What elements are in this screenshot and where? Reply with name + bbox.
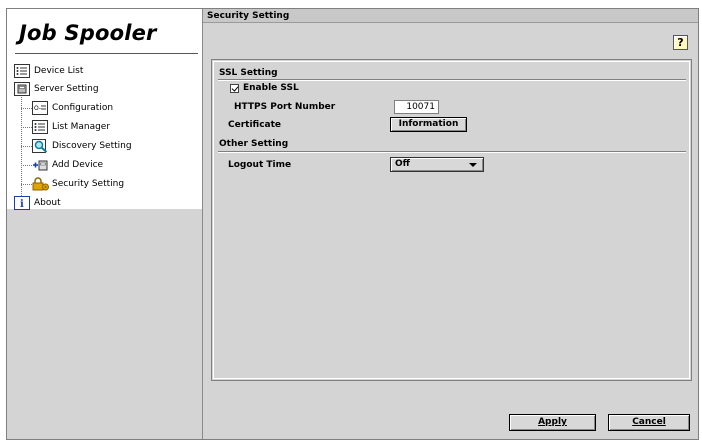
svg-text:i: i xyxy=(20,199,24,210)
lock-icon xyxy=(32,176,49,191)
tree-item-label: Server Setting xyxy=(34,83,99,94)
logout-time-label: Logout Time xyxy=(228,160,292,170)
chevron-down-icon xyxy=(469,163,477,167)
add-device-icon xyxy=(32,158,48,172)
app-window: Job Spooler Device List Server Setting O… xyxy=(6,8,699,440)
tree-item-security-setting[interactable]: Security Setting xyxy=(32,175,124,192)
title-divider xyxy=(15,53,198,54)
tree-item-discovery-setting[interactable]: Discovery Setting xyxy=(32,137,132,154)
section-divider xyxy=(218,151,686,153)
ssl-section-heading: SSL Setting xyxy=(219,68,278,78)
tree-connector xyxy=(21,165,32,166)
content-pane: Security Setting ? SSL Setting Enable SS… xyxy=(203,9,698,439)
tree-item-device-list[interactable]: Device List xyxy=(14,62,83,79)
tree-item-server-setting[interactable]: Server Setting xyxy=(14,80,99,97)
tree-connector xyxy=(21,184,32,185)
page-title: Security Setting xyxy=(203,9,698,23)
app-title: Job Spooler xyxy=(19,21,157,45)
tree-connector xyxy=(21,146,32,147)
tree-item-label: About xyxy=(34,197,61,208)
checkbox-check-icon xyxy=(230,83,239,93)
enable-ssl-checkbox[interactable]: Enable SSL xyxy=(230,83,299,93)
apply-button[interactable]: Apply xyxy=(509,414,596,431)
cancel-button-label: Cancel xyxy=(632,417,666,427)
tree-item-label: Add Device xyxy=(52,159,104,170)
navigation-tree-area: Job Spooler Device List Server Setting O… xyxy=(7,9,202,211)
information-button[interactable]: Information xyxy=(390,117,467,132)
section-divider xyxy=(218,79,686,81)
https-port-field[interactable]: 10071 xyxy=(394,100,439,114)
logout-time-value: Off xyxy=(395,159,410,169)
tree-item-label: Configuration xyxy=(52,102,114,113)
other-section-heading: Other Setting xyxy=(219,139,289,149)
tree-connector xyxy=(21,108,32,109)
tree-item-label: List Manager xyxy=(52,121,111,132)
list-manager-icon xyxy=(32,119,48,134)
info-icon: i xyxy=(14,195,30,210)
tree-connector xyxy=(21,127,32,128)
navigation-pane: Job Spooler Device List Server Setting O… xyxy=(7,9,203,439)
tree-item-list-manager[interactable]: List Manager xyxy=(32,118,110,135)
tree-item-about[interactable]: i About xyxy=(14,194,61,211)
list-icon xyxy=(14,63,30,78)
magnifier-icon xyxy=(32,138,48,153)
cancel-button[interactable]: Cancel xyxy=(608,414,690,431)
tree-item-add-device[interactable]: Add Device xyxy=(32,156,103,173)
configuration-icon: O- xyxy=(32,100,48,115)
apply-button-label: Apply xyxy=(538,417,567,427)
tree-item-label: Security Setting xyxy=(52,178,125,189)
svg-text:O-: O- xyxy=(34,105,41,112)
logout-time-select[interactable]: Off xyxy=(390,157,484,172)
settings-panel-inner: SSL Setting Enable SSL HTTPS Port Number… xyxy=(213,61,690,379)
settings-panel: SSL Setting Enable SSL HTTPS Port Number… xyxy=(211,59,692,381)
help-button[interactable]: ? xyxy=(673,35,688,50)
tree-item-configuration[interactable]: O- Configuration xyxy=(32,99,113,116)
https-port-label: HTTPS Port Number xyxy=(234,102,336,112)
certificate-label: Certificate xyxy=(228,120,282,130)
tree-item-label: Discovery Setting xyxy=(52,140,132,151)
server-icon xyxy=(14,81,30,96)
tree-item-label: Device List xyxy=(34,65,84,76)
enable-ssl-label: Enable SSL xyxy=(243,83,299,93)
